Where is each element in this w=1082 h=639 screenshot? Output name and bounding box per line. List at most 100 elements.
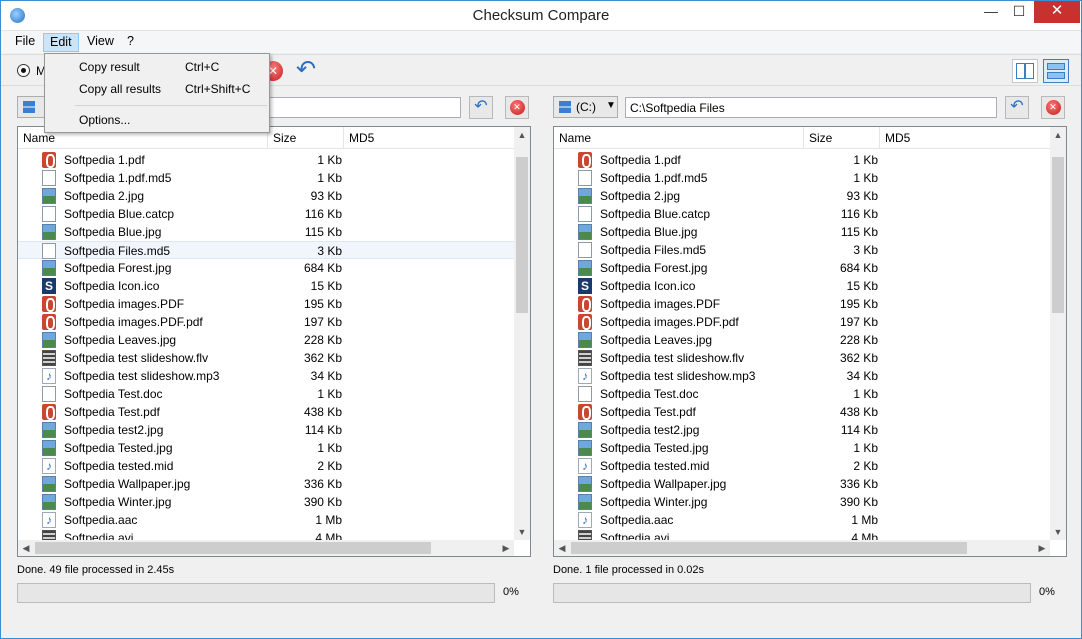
file-row[interactable]: Softpedia 1.pdf.md5 1 Kb (18, 169, 514, 187)
file-row[interactable]: Softpedia Blue.jpg 115 Kb (18, 223, 514, 241)
undo-icon[interactable]: ↶ (291, 58, 321, 83)
file-row[interactable]: Softpedia Tested.jpg 1 Kb (554, 439, 1050, 457)
right-clear-button[interactable]: ✕ (1041, 96, 1065, 119)
menu-view[interactable]: View (81, 33, 120, 52)
scroll-thumb[interactable] (1052, 157, 1064, 313)
scroll-down-icon[interactable]: ▼ (514, 524, 530, 540)
file-row[interactable]: Softpedia Icon.ico 15 Kb (554, 277, 1050, 295)
file-file-icon (42, 206, 56, 222)
file-row[interactable]: Softpedia Wallpaper.jpg 336 Kb (18, 475, 514, 493)
scroll-thumb[interactable] (35, 542, 431, 554)
file-row[interactable]: Softpedia Leaves.jpg 228 Kb (18, 331, 514, 349)
pdf-file-icon (42, 296, 56, 312)
right-reload-button[interactable]: ↶ (1005, 96, 1029, 119)
column-md5[interactable]: MD5 (344, 127, 514, 149)
file-row[interactable]: Softpedia 2.jpg 93 Kb (18, 187, 514, 205)
file-name: Softpedia Tested.jpg (600, 441, 709, 455)
right-horizontal-scrollbar[interactable]: ◀ ▶ (554, 540, 1050, 556)
file-row[interactable]: Softpedia test slideshow.flv 362 Kb (554, 349, 1050, 367)
menu-file[interactable]: File (9, 33, 41, 52)
file-row[interactable]: Softpedia Winter.jpg 390 Kb (554, 493, 1050, 511)
file-row[interactable]: Softpedia Forest.jpg 684 Kb (18, 259, 514, 277)
scroll-down-icon[interactable]: ▼ (1050, 524, 1066, 540)
mode-radio[interactable] (17, 64, 30, 77)
scroll-left-icon[interactable]: ◀ (554, 540, 570, 556)
column-md5[interactable]: MD5 (880, 127, 1050, 149)
stacked-view-button[interactable] (1043, 59, 1069, 83)
scroll-up-icon[interactable]: ▲ (1050, 127, 1066, 143)
close-button[interactable]: ✕ (1034, 1, 1080, 23)
file-row[interactable]: Softpedia tested.mid 2 Kb (554, 457, 1050, 475)
file-row[interactable]: Softpedia Files.md5 3 Kb (554, 241, 1050, 259)
side-by-side-view-button[interactable] (1012, 59, 1038, 83)
column-name[interactable]: Name (554, 127, 804, 149)
img-file-icon (42, 494, 56, 510)
left-reload-button[interactable]: ↶ (469, 96, 493, 119)
column-size[interactable]: Size (268, 127, 344, 149)
file-row[interactable]: Softpedia.aac 1 Mb (554, 511, 1050, 529)
menu-help[interactable]: ? (121, 33, 140, 52)
file-name: Softpedia test2.jpg (600, 423, 700, 437)
file-row[interactable]: Softpedia Test.doc 1 Kb (18, 385, 514, 403)
right-drive-select[interactable]: (C:) ▼ (553, 96, 618, 118)
file-row[interactable]: Softpedia test slideshow.flv 362 Kb (18, 349, 514, 367)
title-bar[interactable]: Checksum Compare — ☐ ✕ (1, 1, 1081, 31)
file-row[interactable]: Softpedia images.PDF.pdf 197 Kb (18, 313, 514, 331)
file-row[interactable]: Softpedia test slideshow.mp3 34 Kb (554, 367, 1050, 385)
file-row[interactable]: Softpedia.aac 1 Mb (18, 511, 514, 529)
file-row[interactable]: Softpedia Blue.catcp 116 Kb (18, 205, 514, 223)
scroll-left-icon[interactable]: ◀ (18, 540, 34, 556)
left-clear-button[interactable]: ✕ (505, 96, 529, 119)
file-row[interactable]: Softpedia Blue.jpg 115 Kb (554, 223, 1050, 241)
file-row[interactable]: Softpedia Leaves.jpg 228 Kb (554, 331, 1050, 349)
img-file-icon (578, 260, 592, 276)
right-file-list[interactable]: Name Size MD5 Softpedia 1.pdf 1 Kb Softped… (553, 126, 1067, 557)
file-size: 93 Kb (310, 189, 342, 203)
menu-item-options[interactable]: Options... (47, 109, 267, 131)
file-row[interactable]: Softpedia 2.jpg 93 Kb (554, 187, 1050, 205)
file-row[interactable]: Softpedia Winter.jpg 390 Kb (18, 493, 514, 511)
file-row[interactable]: Softpedia 1.pdf.md5 1 Kb (554, 169, 1050, 187)
right-path-input[interactable] (625, 97, 997, 118)
file-row[interactable]: Softpedia images.PDF 195 Kb (554, 295, 1050, 313)
left-file-list[interactable]: Name Size MD5 Softpedia 1.pdf 1 Kb Softped… (17, 126, 531, 557)
right-panel: (C:) ▼ ↶ ✕ Name Size MD5 Softpedia 1.pdf… (553, 87, 1067, 607)
left-horizontal-scrollbar[interactable]: ◀ ▶ (18, 540, 514, 556)
file-row[interactable]: Softpedia Test.pdf 438 Kb (18, 403, 514, 421)
scroll-right-icon[interactable]: ▶ (498, 540, 514, 556)
menu-edit[interactable]: Edit (43, 33, 79, 52)
menu-item-copy-all-results[interactable]: Copy all results Ctrl+Shift+C (47, 78, 267, 100)
file-row[interactable]: Softpedia Icon.ico 15 Kb (18, 277, 514, 295)
file-row[interactable]: Softpedia Tested.jpg 1 Kb (18, 439, 514, 457)
file-row[interactable]: Softpedia test slideshow.mp3 34 Kb (18, 367, 514, 385)
scroll-thumb[interactable] (516, 157, 528, 313)
file-row[interactable]: Softpedia images.PDF.pdf 197 Kb (554, 313, 1050, 331)
file-row[interactable]: Softpedia Test.doc 1 Kb (554, 385, 1050, 403)
left-vertical-scrollbar[interactable]: ▲ ▼ (514, 127, 530, 540)
file-row[interactable]: Softpedia test2.jpg 114 Kb (18, 421, 514, 439)
file-row[interactable]: Softpedia Wallpaper.jpg 336 Kb (554, 475, 1050, 493)
img-file-icon (42, 422, 56, 438)
column-size[interactable]: Size (804, 127, 880, 149)
scroll-up-icon[interactable]: ▲ (514, 127, 530, 143)
scroll-right-icon[interactable]: ▶ (1034, 540, 1050, 556)
file-row[interactable]: Softpedia 1.pdf 1 Kb (554, 151, 1050, 169)
left-progress-bar (17, 583, 495, 603)
file-row[interactable]: Softpedia Blue.catcp 116 Kb (554, 205, 1050, 223)
right-column-header: Name Size MD5 (554, 127, 1066, 149)
file-row[interactable]: Softpedia Test.pdf 438 Kb (554, 403, 1050, 421)
video-file-icon (578, 350, 592, 366)
file-row[interactable]: Softpedia Files.md5 3 Kb (18, 241, 514, 259)
minimize-button[interactable]: — (977, 1, 1005, 23)
scroll-thumb[interactable] (571, 542, 967, 554)
file-row[interactable]: Softpedia test2.jpg 114 Kb (554, 421, 1050, 439)
menu-item-copy-result[interactable]: Copy result Ctrl+C (47, 56, 267, 78)
maximize-button[interactable]: ☐ (1005, 1, 1033, 23)
file-row[interactable]: Softpedia Forest.jpg 684 Kb (554, 259, 1050, 277)
file-name: Softpedia test slideshow.mp3 (600, 369, 756, 383)
file-row[interactable]: Softpedia images.PDF 195 Kb (18, 295, 514, 313)
right-vertical-scrollbar[interactable]: ▲ ▼ (1050, 127, 1066, 540)
file-row[interactable]: Softpedia 1.pdf 1 Kb (18, 151, 514, 169)
file-size: 362 Kb (303, 351, 342, 365)
file-row[interactable]: Softpedia tested.mid 2 Kb (18, 457, 514, 475)
